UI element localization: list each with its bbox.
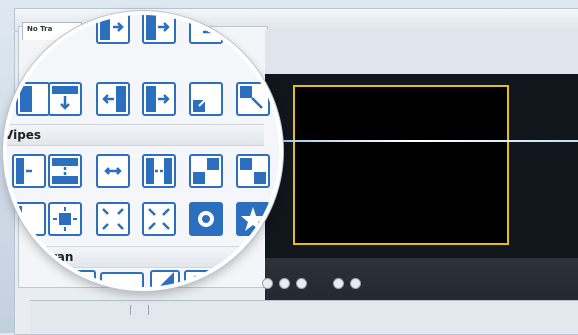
slide-diagonal-icon[interactable] bbox=[189, 82, 223, 116]
wipe-icon[interactable] bbox=[12, 154, 46, 188]
arrow-diagonal-icon[interactable] bbox=[189, 15, 223, 44]
arrow-right-icon[interactable] bbox=[96, 15, 130, 44]
wipe-vertical-split-icon[interactable] bbox=[48, 154, 82, 188]
magnifier-lens: Vipes Tran Mi bbox=[3, 11, 283, 291]
wipe-inward-horizontal-icon[interactable] bbox=[142, 154, 176, 188]
wipe-diagonal-icon[interactable] bbox=[189, 154, 223, 188]
slide-left-icon[interactable] bbox=[96, 82, 130, 116]
section-header-wipes: Vipes bbox=[4, 124, 264, 146]
wipes-row-1 bbox=[7, 154, 279, 190]
slide-right-icon[interactable] bbox=[16, 82, 50, 116]
timeline-tick bbox=[148, 305, 149, 315]
star-button-2[interactable] bbox=[350, 278, 361, 289]
wipes-row-2 bbox=[7, 202, 279, 238]
record-button[interactable] bbox=[279, 278, 290, 289]
video-frame bbox=[293, 85, 509, 245]
wipe-icon[interactable] bbox=[12, 202, 46, 236]
box-in-icon[interactable] bbox=[48, 202, 82, 236]
timeline-tick bbox=[130, 305, 131, 315]
star-icon[interactable] bbox=[236, 202, 270, 236]
slide-down-icon[interactable] bbox=[48, 82, 82, 116]
timeline[interactable] bbox=[30, 300, 578, 334]
wipe-corner-icon[interactable] bbox=[236, 154, 270, 188]
wipe-horizontal-split-icon[interactable] bbox=[96, 154, 130, 188]
arrow-right-icon[interactable] bbox=[142, 15, 176, 44]
section-title: Vipes bbox=[4, 128, 42, 142]
box-out-icon[interactable] bbox=[96, 202, 130, 236]
light-streak bbox=[245, 140, 578, 142]
slide-right-icon[interactable] bbox=[142, 82, 176, 116]
circle-icon[interactable] bbox=[189, 202, 223, 236]
slide-row bbox=[7, 82, 279, 118]
preview-toolbar bbox=[265, 30, 578, 75]
slide-diagonal-icon[interactable] bbox=[236, 82, 270, 116]
box-in-corner-icon[interactable] bbox=[142, 202, 176, 236]
top-partial-row bbox=[7, 15, 279, 46]
delete-button[interactable] bbox=[296, 278, 307, 289]
star-button[interactable] bbox=[333, 278, 344, 289]
section-header-transitions: Tran bbox=[7, 246, 264, 268]
